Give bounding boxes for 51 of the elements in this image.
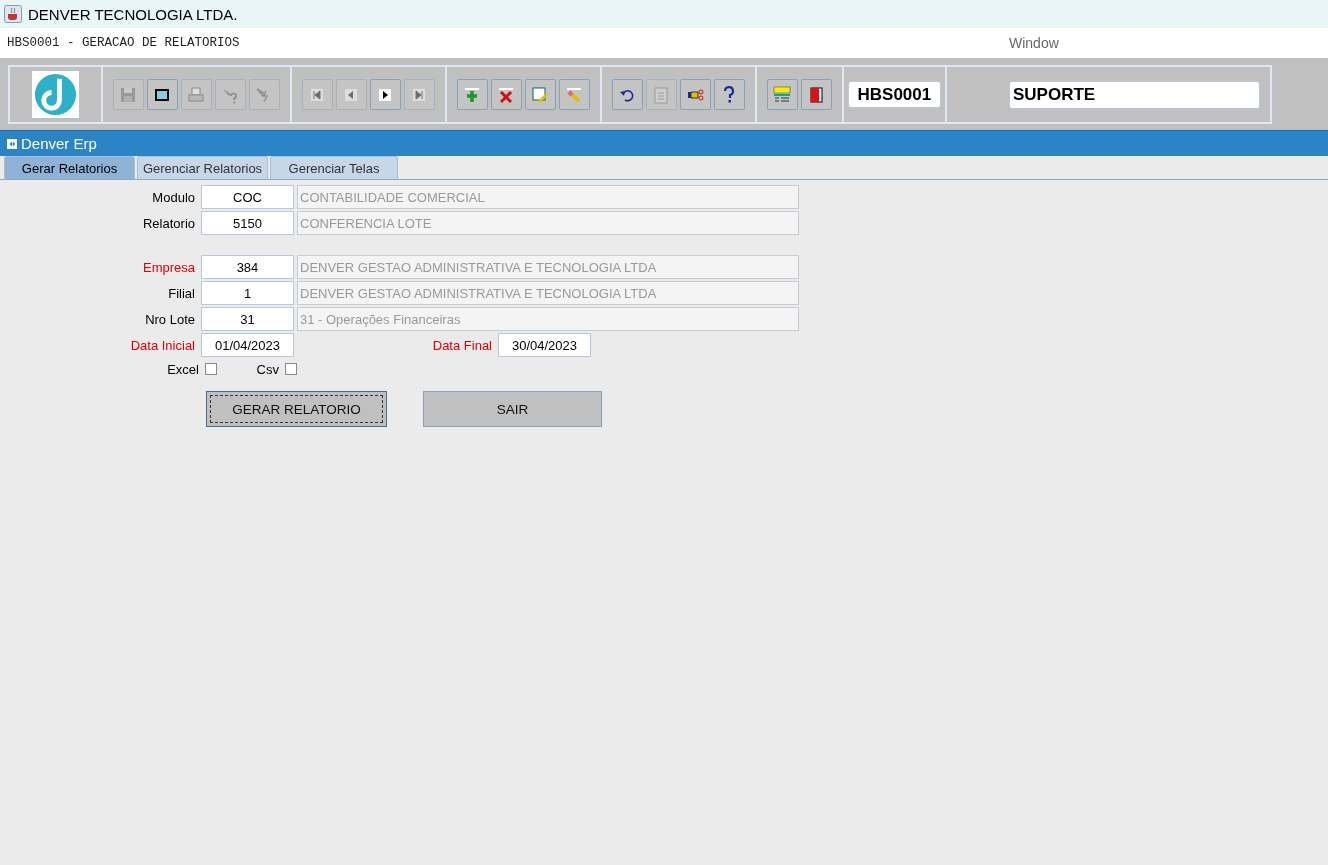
field-label: Data Inicial bbox=[129, 337, 196, 353]
printer-icon bbox=[186, 84, 207, 105]
checkbox-label: Excel bbox=[166, 361, 199, 377]
window-menu[interactable]: Window bbox=[1009, 35, 1059, 51]
tab[interactable]: Gerenciar Telas bbox=[270, 156, 398, 179]
field-label: Empresa bbox=[141, 259, 196, 275]
pencil-button[interactable] bbox=[558, 79, 590, 110]
field-label: Filial bbox=[167, 285, 196, 301]
description-field: CONTABILIDADE COMERCIAL bbox=[297, 185, 799, 209]
code-field[interactable]: COC bbox=[201, 185, 294, 209]
hand-button[interactable] bbox=[679, 79, 711, 110]
checkbox[interactable] bbox=[205, 363, 217, 375]
panel-icon bbox=[7, 138, 17, 149]
tab[interactable]: Gerenciar Relatorios bbox=[137, 156, 268, 179]
date-field[interactable]: 30/04/2023 bbox=[498, 333, 591, 357]
logo-icon bbox=[31, 71, 79, 118]
description-field: DENVER GESTAO ADMINISTRATIVA E TECNOLOGIA LTDA bbox=[297, 281, 799, 305]
description-field: 31 - Operações Financeiras bbox=[297, 307, 799, 331]
checkbox-label: Csv bbox=[255, 361, 279, 377]
help-button[interactable] bbox=[713, 79, 745, 110]
description-field: DENVER GESTAO ADMINISTRATIVA E TECNOLOGIA LTDA bbox=[297, 255, 799, 279]
code-field[interactable]: 384 bbox=[201, 255, 294, 279]
panel-title: Denver Erp bbox=[21, 135, 97, 152]
edit-button[interactable] bbox=[524, 79, 556, 110]
code-field[interactable]: 1 bbox=[201, 281, 294, 305]
cup-icon bbox=[4, 5, 22, 23]
window-title: DENVER TECNOLOGIA LTDA. bbox=[28, 5, 238, 23]
tab[interactable]: Gerar Relatorios bbox=[4, 156, 135, 179]
field-label: Modulo bbox=[151, 189, 196, 205]
screen-button[interactable] bbox=[146, 79, 178, 110]
field-label: Relatorio bbox=[141, 215, 196, 231]
edit-icon bbox=[530, 84, 551, 105]
insert-button[interactable] bbox=[456, 79, 488, 110]
field-label: Nro Lote bbox=[144, 311, 196, 327]
exit-button[interactable] bbox=[800, 79, 832, 110]
undo-button[interactable] bbox=[611, 79, 643, 110]
description-field: CONFERENCIA LOTE bbox=[297, 211, 799, 235]
form-code-field: HBS0001 bbox=[847, 81, 941, 108]
code-field[interactable]: 5150 bbox=[201, 211, 294, 235]
form-title: HBS0001 - GERACAO DE RELATORIOS bbox=[6, 36, 240, 50]
field-label: Data Final bbox=[431, 337, 493, 353]
checkbox[interactable] bbox=[285, 363, 297, 375]
menu-button[interactable] bbox=[766, 79, 798, 110]
code-field[interactable]: 31 bbox=[201, 307, 294, 331]
menu-icon bbox=[772, 84, 793, 105]
user-field: SUPORTE bbox=[1009, 80, 1260, 109]
delete-button[interactable] bbox=[490, 79, 522, 110]
next-button[interactable] bbox=[369, 79, 401, 110]
exit-button[interactable]: SAIR bbox=[423, 391, 602, 427]
generate-button[interactable]: GERAR RELATORIO bbox=[206, 391, 387, 427]
date-field[interactable]: 01/04/2023 bbox=[201, 333, 294, 357]
